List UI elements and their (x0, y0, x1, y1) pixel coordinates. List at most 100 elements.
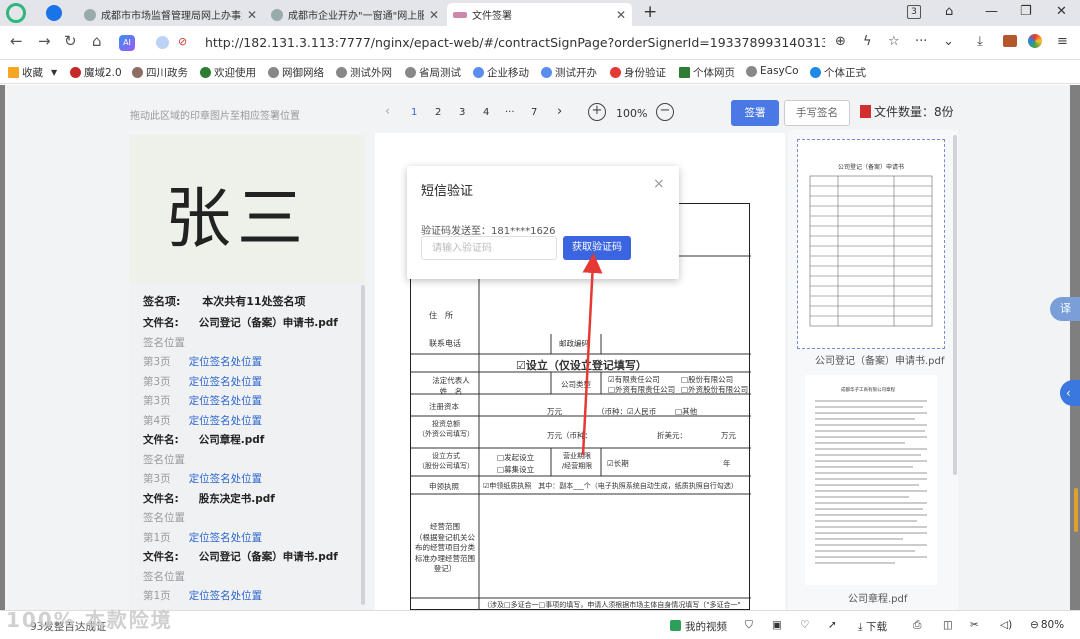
form-label: 设立方式 （股份公司填写） (418, 452, 474, 470)
extension-icon[interactable] (1028, 34, 1042, 48)
page-number[interactable]: 1 (411, 107, 417, 118)
download-icon[interactable]: ⤓ (977, 34, 983, 49)
print-icon[interactable]: ⎙ (913, 619, 921, 632)
form-label: 投资总额 （外资公司填写） (418, 420, 474, 438)
thumbnail-scrollbar[interactable] (953, 135, 957, 475)
lightning-icon[interactable]: ϟ (863, 34, 872, 49)
forward-icon[interactable]: → (38, 32, 51, 50)
locate-sign-position-link[interactable]: 定位签名处位置 (189, 415, 263, 427)
page-label: 第4页 (143, 414, 171, 427)
sign-button[interactable]: 签署 (731, 100, 779, 126)
tab-count-badge[interactable]: 3 (907, 5, 921, 19)
zoom-control[interactable]: ⊖ 80% (1030, 619, 1064, 631)
thumbnail-label[interactable]: 公司章程.pdf (848, 590, 907, 605)
tab-close-icon[interactable]: ✕ (429, 8, 439, 22)
not-secure-icon[interactable]: ⊘ (178, 35, 187, 48)
sign-position-row: 第1页 定位签名处位置 (143, 588, 262, 603)
thumbnail-label[interactable]: 公司登记（备案）申请书.pdf (815, 352, 944, 367)
thumbnail-articles[interactable]: 成都华子工商有限公司章程 (805, 375, 937, 585)
tab-file-signing[interactable]: 文件签署 ✕ (447, 3, 632, 26)
bookmark-item[interactable]: 测试外网 (336, 65, 392, 80)
ai-icon[interactable]: AI (119, 35, 135, 51)
signature-image[interactable]: 张三 (165, 165, 309, 261)
tab-close-icon[interactable]: ✕ (247, 8, 257, 22)
new-tab-button[interactable]: + (643, 2, 657, 22)
close-icon[interactable]: × (653, 176, 665, 192)
file-name-row: 文件名: 公司登记（备案）申请书.pdf (143, 315, 338, 330)
page-number[interactable]: 3 (459, 107, 465, 118)
url-text[interactable]: http://182.131.3.113:7777/nginx/epact-we… (205, 35, 825, 50)
scroll-indicator[interactable] (1074, 488, 1078, 532)
globe-icon (746, 65, 757, 77)
sign-position-row: 第4页 定位签名处位置 (143, 413, 262, 428)
window-icon[interactable]: ◫ (943, 619, 953, 631)
bookmark-item[interactable]: 网御网络 (268, 65, 324, 80)
browser-nav-icon[interactable] (46, 5, 62, 21)
tab-close-icon[interactable]: ✕ (616, 8, 626, 22)
next-page-button[interactable]: › (557, 104, 562, 119)
url-box[interactable]: ⊘ http://182.131.3.113:7777/nginx/epact-… (150, 31, 830, 55)
get-code-button[interactable]: 获取验证码 (563, 236, 631, 260)
back-icon[interactable]: ← (10, 32, 23, 50)
locate-sign-position-link[interactable]: 定位签名处位置 (189, 356, 263, 368)
bookmark-item[interactable]: 测试开办 (541, 65, 597, 80)
bookmark-item[interactable]: 魔域2.0 (70, 65, 122, 80)
tab-market-supervision[interactable]: 成都市市场监督管理局网上办事大厅 ✕ (78, 3, 263, 26)
skin-icon[interactable]: ⌂ (945, 4, 953, 19)
image-icon[interactable]: ▣ (772, 619, 782, 631)
zoom-in-icon[interactable]: + (588, 103, 606, 121)
bookmark-item[interactable]: 企业移动 (473, 65, 529, 80)
close-window-icon[interactable]: ✕ (1056, 4, 1067, 19)
browser-tab-bar: 成都市市场监督管理局网上办事大厅 ✕ 成都市企业开办"一窗通"网上服务平台 ✕ … (0, 0, 1080, 26)
handwrite-signature-button[interactable]: 手写签名 (784, 100, 850, 126)
restore-icon[interactable]: ❐ (1020, 4, 1032, 19)
browser-logo-icon[interactable] (6, 3, 26, 23)
page-number[interactable]: 4 (483, 107, 489, 118)
locate-sign-position-link[interactable]: 定位签名处位置 (189, 532, 263, 544)
sidebar-scrollbar[interactable] (361, 285, 365, 605)
verification-code-input[interactable] (421, 236, 557, 260)
rocket-icon[interactable]: ➚ (828, 619, 837, 631)
my-video-button[interactable]: 我的视频 (670, 619, 727, 634)
page-ellipsis[interactable]: ··· (505, 107, 515, 118)
page-number[interactable]: 7 (531, 107, 537, 118)
minimize-icon[interactable]: — (985, 4, 998, 19)
page-number[interactable]: 2 (435, 107, 441, 118)
home-icon[interactable]: ⌂ (92, 32, 102, 50)
bookmark-item[interactable]: EasyCo (746, 65, 799, 77)
locate-sign-position-link[interactable]: 定位签名处位置 (189, 376, 263, 388)
more-icon[interactable]: ··· (915, 34, 927, 49)
locate-sign-position-link[interactable]: 定位签名处位置 (189, 473, 263, 485)
zoom-search-icon[interactable]: ⊕ (835, 34, 846, 49)
bookmark-favorites[interactable]: 收藏 ▼ (8, 65, 57, 80)
bookmark-item[interactable]: 欢迎使用 (200, 65, 256, 80)
tab-enterprise-start[interactable]: 成都市企业开办"一窗通"网上服务平台 ✕ (265, 3, 445, 26)
security-icon[interactable] (156, 36, 169, 49)
prev-page-button[interactable]: ‹ (385, 104, 390, 119)
locate-sign-position-link[interactable]: 定位签名处位置 (189, 395, 263, 407)
volume-icon[interactable]: ◁) (1000, 619, 1012, 631)
toolbox-icon[interactable] (1003, 35, 1017, 47)
sign-position-heading: 签名位置 (143, 335, 185, 350)
menu-icon[interactable]: ≡ (1057, 34, 1068, 49)
collapse-panel-button[interactable]: ‹ (1060, 380, 1080, 406)
download-button[interactable]: ⤓ 下载 (858, 619, 887, 634)
star-icon[interactable]: ☆ (888, 34, 900, 49)
thumbnail-application[interactable]: 公司登记（备案）申请书 (797, 139, 945, 349)
bookmark-item[interactable]: 身份验证 (610, 65, 666, 80)
shield-icon[interactable]: ⛉ (745, 619, 753, 632)
chevron-down-icon[interactable]: ⌄ (943, 34, 954, 49)
sign-summary: 签名项: 本次共有11处签名项 (143, 295, 306, 308)
translate-button[interactable]: 译 (1050, 297, 1080, 321)
heart-icon[interactable]: ♡ (800, 619, 809, 631)
bookmark-item[interactable]: 个体正式 (810, 65, 866, 80)
bookmark-item[interactable]: 省局测试 (405, 65, 461, 80)
screenshot-icon[interactable]: ✂ (970, 619, 979, 631)
bookmark-item[interactable]: 个体网页 (679, 65, 735, 80)
locate-sign-position-link[interactable]: 定位签名处位置 (189, 590, 263, 602)
form-text: 折美元： (657, 431, 687, 440)
download-icon: ⤓ (858, 621, 863, 633)
bookmark-item[interactable]: 四川政务 (132, 65, 188, 80)
reload-icon[interactable]: ↻ (64, 32, 77, 50)
zoom-out-icon[interactable]: − (656, 103, 674, 121)
